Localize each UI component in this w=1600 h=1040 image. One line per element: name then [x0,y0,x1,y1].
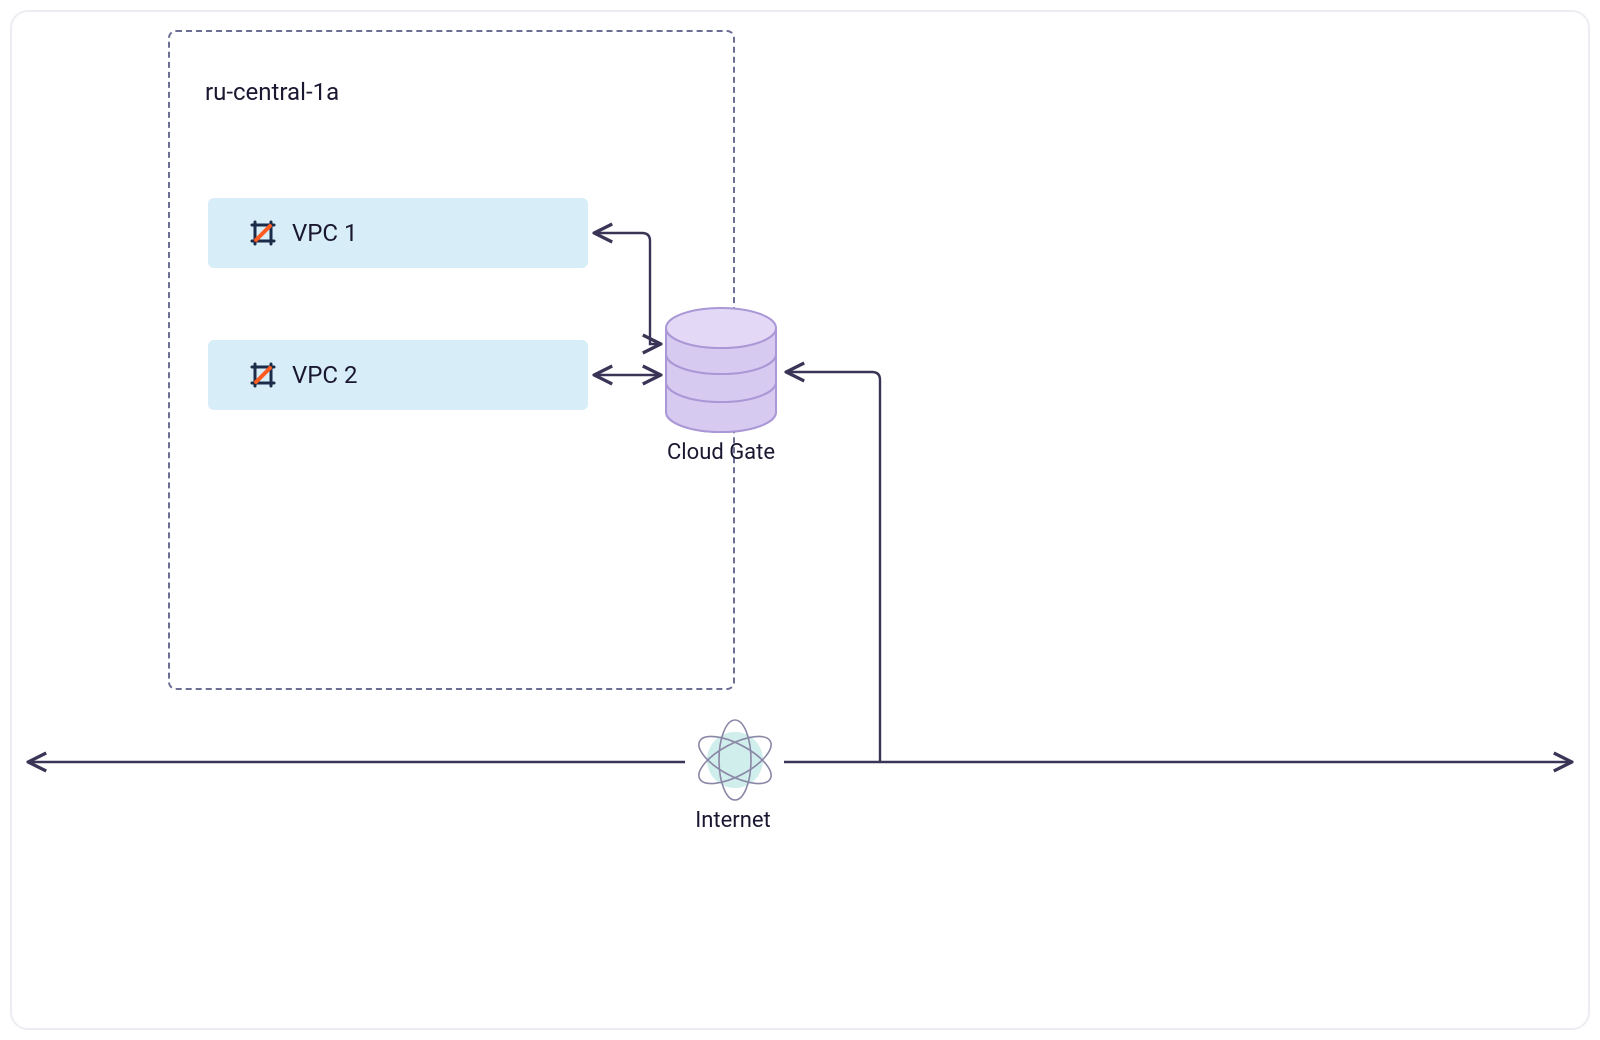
vpc-1-label: VPC 1 [292,219,357,247]
vpc-2-label: VPC 2 [292,361,357,389]
vpc-icon [250,362,276,388]
cloud-gate-label: Cloud Gate [662,440,780,465]
vpc-2: VPC 2 [208,340,588,410]
zone-label: ru-central-1a [205,78,339,106]
vpc-1: VPC 1 [208,198,588,268]
internet-label: Internet [648,808,818,833]
vpc-icon [250,220,276,246]
internet-icon [693,718,777,802]
cloud-gate-icon [662,306,780,434]
